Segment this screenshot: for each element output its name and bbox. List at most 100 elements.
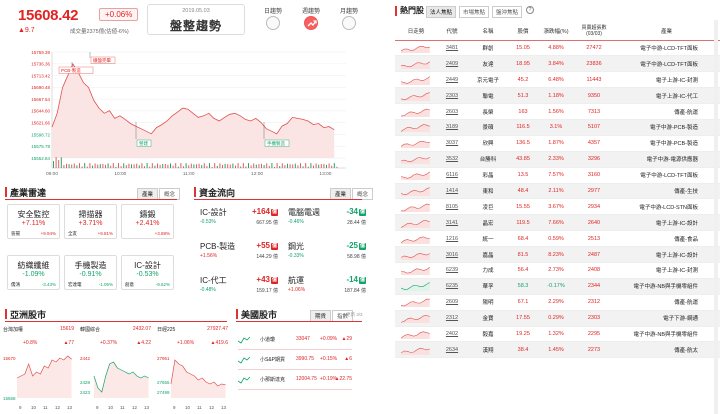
stock-code-link[interactable]: 8105 bbox=[437, 198, 467, 216]
stock-name[interactable]: 漢翔 bbox=[467, 341, 509, 359]
stock-code-link[interactable]: 2449 bbox=[437, 71, 467, 89]
stock-code-link[interactable]: 2603 bbox=[437, 103, 467, 120]
tab-daily-trend[interactable]: 日趨勢 bbox=[258, 0, 288, 36]
stock-code-link[interactable]: 2402 bbox=[437, 326, 467, 343]
industry-card[interactable]: IC-設計 -0.53% 創意 -9.62% bbox=[121, 255, 174, 290]
fund-flow-item[interactable]: IC-設計 +164 億 -0.53% 667.95 億 bbox=[200, 204, 278, 237]
annotation-label[interactable]: 穩盤完畢 bbox=[93, 57, 111, 64]
industry-card[interactable]: 紡織纖維 -1.09% 儒鴻 -3.43% bbox=[7, 255, 60, 290]
stock-name[interactable]: 景碩 bbox=[467, 119, 509, 136]
table-row[interactable]: 1414 東和 48.4 2.11% 2977 傳產-生技 bbox=[395, 183, 720, 200]
column-header[interactable]: 日走勢 bbox=[395, 22, 437, 41]
stock-code-link[interactable]: 3189 bbox=[437, 119, 467, 136]
table-row[interactable]: 2409 友達 18.95 3.84% 23836 電子中游-LCD-TFT面板 bbox=[395, 55, 720, 73]
stock-code-link[interactable]: 6239 bbox=[437, 262, 467, 279]
table-row[interactable]: 3532 台勝科 43.85 2.33% 3296 電子中游-電源供應器 bbox=[395, 151, 720, 168]
table-row[interactable]: 3189 景碩 116.5 3.1% 5107 電子中游-PCB-製造 bbox=[395, 119, 720, 136]
stock-code-link[interactable]: 3037 bbox=[437, 135, 467, 152]
table-row[interactable]: 2609 陽明 67.1 2.29% 2312 傳產-航運 bbox=[395, 294, 720, 311]
fund-flow-item[interactable]: PCB-製造 +55 億 +1.56% 144.29 億 bbox=[200, 238, 278, 271]
fund-flow-item[interactable]: 電腦電週 -34 億 -0.46% 28.44 億 bbox=[288, 204, 366, 237]
asia-market-2[interactable]: 日經225 27927.47 +1.06% ▲419.6 27961 27655 27499… bbox=[157, 326, 230, 414]
stock-code-link[interactable]: 1216 bbox=[437, 230, 467, 248]
hot-stocks-table: 日走勢 代號 名稱 股價 漲跌幅(%) 買賣超張數(03/03) 產業 3481 群創 15.0… bbox=[395, 22, 720, 359]
stock-name[interactable]: 東和 bbox=[467, 183, 509, 200]
stock-name[interactable]: 聯電 bbox=[467, 87, 509, 105]
stock-code-link[interactable]: 6116 bbox=[437, 167, 467, 184]
stock-name[interactable]: 金寶 bbox=[467, 310, 509, 327]
stock-code-link[interactable]: 2312 bbox=[437, 310, 467, 327]
fund-flow-item[interactable]: 航運 -14 億 +1.06% 187.84 億 bbox=[288, 272, 366, 305]
annotation-label[interactable]: PCB-製造 bbox=[61, 67, 81, 74]
stock-code-link[interactable]: 3016 bbox=[437, 246, 467, 263]
table-row[interactable]: 3481 群創 15.05 4.88% 27472 電子中游-LCD-TFT面板 bbox=[395, 40, 720, 57]
table-row[interactable]: 3016 嘉晶 81.5 8.23% 2487 電子上游-IC-設計 bbox=[395, 246, 720, 263]
industry-card[interactable]: 鑄鍛 +2.41% +3.88% bbox=[121, 204, 174, 239]
table-row[interactable]: 6239 力成 56.4 2.73% 2408 電子上游-IC-封測 bbox=[395, 262, 720, 279]
asia-market-0[interactable]: 台灣加權 15619 +0.8% ▲77 15670 15568 9 10 11 12 13 bbox=[3, 326, 76, 414]
fund-flow-item[interactable]: 鋼光 -25 億 -0.33% 58.98 億 bbox=[288, 238, 366, 271]
us-futures-row[interactable]: 小那斯達克 12004.75 +0.19% ▲22.75 bbox=[238, 370, 352, 390]
stock-name[interactable]: 凌巨 bbox=[467, 198, 509, 216]
table-row[interactable]: 2449 京元電子 45.2 6.48% 11443 電子上游-IC-封測 bbox=[395, 71, 720, 89]
stock-name[interactable]: 晶宏 bbox=[467, 214, 509, 232]
us-futures-row[interactable]: 小道瓊 33047 +0.09% ▲29 bbox=[238, 330, 352, 350]
column-header[interactable]: 股價 bbox=[509, 22, 537, 41]
tab-monthly-trend[interactable]: 月趨勢 bbox=[334, 0, 364, 36]
stock-name[interactable]: 京元電子 bbox=[467, 71, 509, 89]
stock-name[interactable]: 華孚 bbox=[467, 278, 509, 295]
stock-code-link[interactable]: 2634 bbox=[437, 341, 467, 359]
column-header[interactable]: 買賣超張數(03/03) bbox=[575, 22, 613, 41]
stock-pct: 1.45% bbox=[537, 341, 575, 359]
stock-code-link[interactable]: 2409 bbox=[437, 55, 467, 73]
stock-name[interactable]: 彩晶 bbox=[467, 167, 509, 184]
stock-name[interactable]: 友達 bbox=[467, 55, 509, 73]
column-header[interactable]: 漲跌幅(%) bbox=[537, 22, 575, 41]
industry-card[interactable]: 安全監控 +7.11% 晉揚 +9.94% bbox=[7, 204, 60, 239]
annotation-label[interactable]: 手機製造 bbox=[267, 140, 285, 147]
table-row[interactable]: 6116 彩晶 13.5 7.57% 3160 電子中游-LCD-TFT面板 bbox=[395, 167, 720, 184]
stock-name[interactable]: 力成 bbox=[467, 262, 509, 279]
asia-market-1[interactable]: 韓國綜合 2432.07 +0.37% ▲4.22 2442 2428 2423 9 10 11 1… bbox=[80, 326, 153, 414]
stock-name[interactable]: 台勝科 bbox=[467, 151, 509, 168]
table-row[interactable]: 2312 金寶 17.55 0.29% 2303 電子下游-網通 bbox=[395, 310, 720, 327]
industry-card[interactable]: 掃描器 +3.71% 全友 +9.81% bbox=[64, 204, 117, 239]
stock-code-link[interactable]: 6235 bbox=[437, 278, 467, 295]
us-futures-row[interactable]: 小S&P期貨 3990.75 +0.15% ▲6 bbox=[238, 350, 352, 370]
fund-flow-item[interactable]: IC-代工 +43 億 -0.48% 159.17 億 bbox=[200, 272, 278, 305]
stock-code-link[interactable]: 1414 bbox=[437, 183, 467, 200]
stock-code-link[interactable]: 3141 bbox=[437, 214, 467, 232]
stock-code-link[interactable]: 3481 bbox=[437, 40, 467, 57]
table-row[interactable]: 6235 華孚 58.3 -0.17% 2344 電子中游-NB與手機零組件 bbox=[395, 278, 720, 295]
volume-bar bbox=[224, 163, 226, 168]
stock-name[interactable]: 嘉晶 bbox=[467, 246, 509, 263]
stock-code-link[interactable]: 2609 bbox=[437, 294, 467, 311]
stock-code-link[interactable]: 2303 bbox=[437, 87, 467, 105]
table-row[interactable]: 3141 晶宏 119.5 7.66% 2640 電子上游-IC-設計 bbox=[395, 214, 720, 232]
column-header[interactable]: 名稱 bbox=[467, 22, 509, 41]
industry-card[interactable]: 手機製造 -0.91% 宏達電 -1.05% bbox=[64, 255, 117, 290]
stock-name[interactable]: 群創 bbox=[467, 40, 509, 57]
stock-name[interactable]: 欣興 bbox=[467, 135, 509, 152]
tab-weekly-trend[interactable]: 週趨勢 bbox=[296, 0, 326, 36]
table-row[interactable]: 2402 毅嘉 19.25 1.32% 2295 電子中游-NB與手機零組件 bbox=[395, 326, 720, 343]
table-row[interactable]: 2303 聯電 51.3 1.18% 9350 電子上游-IC-代工 bbox=[395, 87, 720, 105]
stock-name[interactable]: 毅嘉 bbox=[467, 326, 509, 343]
table-row[interactable]: 2634 漢翔 38.4 1.45% 2273 傳產-航太 bbox=[395, 341, 720, 359]
tab-market-focus[interactable]: 市場焦點 bbox=[459, 6, 490, 18]
table-row[interactable]: 3037 欣興 136.5 1.87% 4357 電子中游-PCB-製造 bbox=[395, 135, 720, 152]
stock-name[interactable]: 陽明 bbox=[467, 294, 509, 311]
column-header[interactable]: 產業 bbox=[613, 22, 720, 41]
tab-daytrade-focus[interactable]: 盤沖焦點 bbox=[492, 6, 523, 18]
stock-name[interactable]: 長榮 bbox=[467, 103, 509, 120]
tab-institutional-focus[interactable]: 法人焦點 bbox=[426, 6, 457, 18]
column-header[interactable]: 代號 bbox=[437, 22, 467, 41]
table-row[interactable]: 2603 長榮 163 1.56% 7313 傳產-航運 bbox=[395, 103, 720, 120]
help-icon[interactable]: ? bbox=[526, 6, 534, 14]
table-row[interactable]: 1216 統一 68.4 0.59% 2513 傳產-食品 bbox=[395, 230, 720, 248]
annotation-label[interactable]: 營建 bbox=[139, 140, 148, 147]
table-row[interactable]: 8105 凌巨 15.55 3.67% 2934 電子中游-LCD-STN面板 bbox=[395, 198, 720, 216]
stock-code-link[interactable]: 3532 bbox=[437, 151, 467, 168]
stock-name[interactable]: 統一 bbox=[467, 230, 509, 248]
right-scrollbar[interactable] bbox=[714, 20, 718, 414]
